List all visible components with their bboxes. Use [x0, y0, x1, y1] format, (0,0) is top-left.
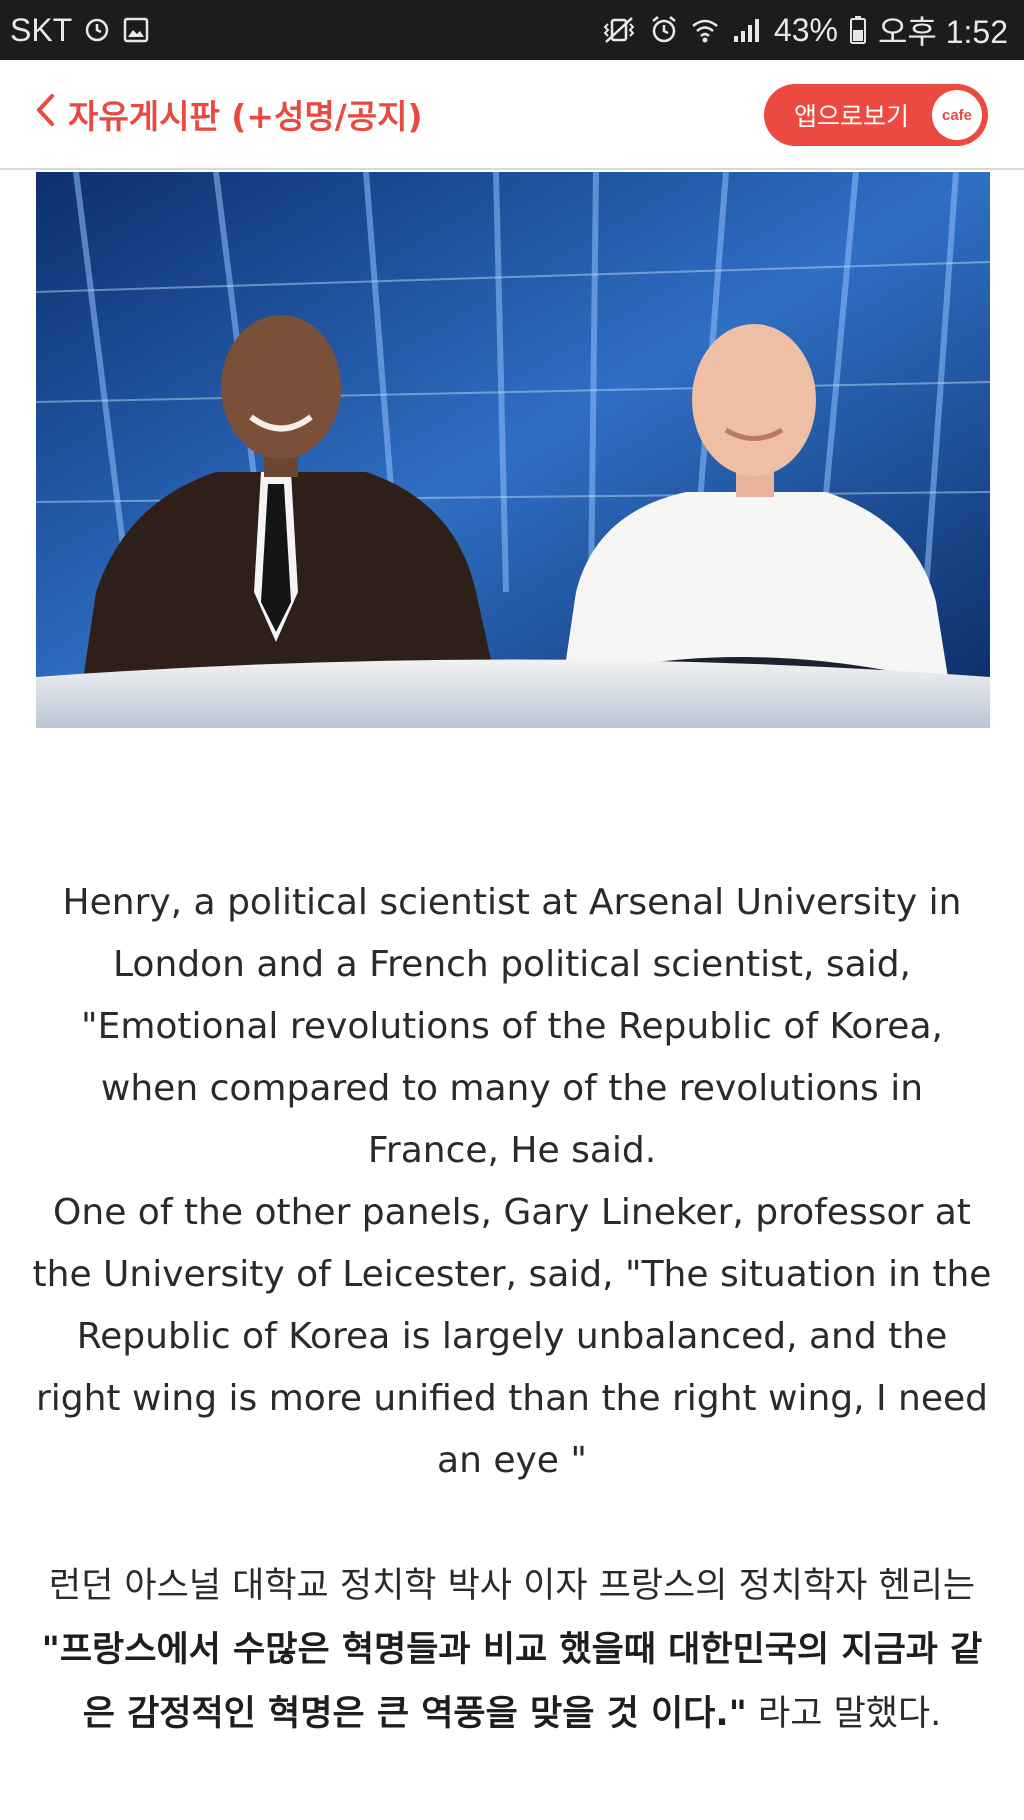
top-app-bar: 자유게시판 (+성명/공지) 앱으로보기 cafe [0, 60, 1024, 170]
alarm-clock-icon [650, 12, 678, 48]
vibrate-icon [600, 12, 638, 48]
chevron-left-icon [34, 92, 56, 136]
korean-lead: 런던 아스널 대학교 정치학 박사 이자 프랑스의 정치학자 헨리는 [48, 1566, 976, 1606]
open-in-app-button[interactable]: 앱으로보기 cafe [764, 84, 988, 146]
battery-icon [849, 12, 866, 48]
korean-tail: 라고 말했다. [746, 1694, 942, 1734]
article-photo [36, 172, 990, 728]
status-right: 43% 오후 1:52 [600, 7, 1008, 53]
open-in-app-label: 앱으로보기 [794, 102, 910, 131]
article-body: Henry, a political scientist at Arsenal … [30, 872, 994, 1746]
image-icon [122, 12, 150, 48]
carrier-label: SKT [10, 11, 73, 48]
back-button[interactable]: 자유게시판 (+성명/공지) [34, 90, 423, 138]
status-left: SKT [10, 12, 150, 49]
clock-time: 오후 1:52 [877, 14, 1008, 50]
english-paragraph: One of the other panels, Gary Lineker, p… [32, 1192, 992, 1481]
signal-icon [732, 12, 762, 48]
board-title: 자유게시판 (+성명/공지) [68, 97, 423, 136]
english-paragraph: Henry, a political scientist at Arsenal … [62, 882, 962, 1171]
cafe-logo-icon: cafe [932, 90, 982, 140]
alarm-icon [84, 12, 110, 48]
wifi-icon [690, 12, 720, 48]
battery-percent: 43% [773, 11, 838, 48]
english-translation: Henry, a political scientist at Arsenal … [30, 872, 994, 1492]
status-bar: SKT 43% 오후 1:52 [0, 0, 1024, 60]
korean-paragraph: 런던 아스널 대학교 정치학 박사 이자 프랑스의 정치학자 헨리는 "프랑스에… [30, 1554, 994, 1746]
